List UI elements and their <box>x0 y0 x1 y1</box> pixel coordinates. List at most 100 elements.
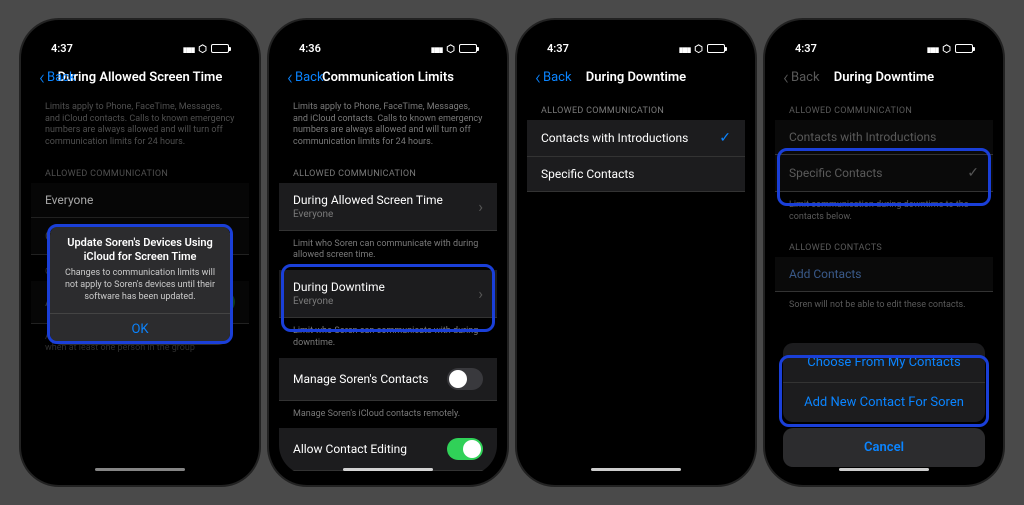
notch <box>581 20 691 40</box>
row-during-downtime[interactable]: During Downtime Everyone › <box>279 270 497 318</box>
row-specific-contacts[interactable]: Specific Contacts <box>527 157 745 192</box>
phone-2: 4:36 Back Communication Limits Limits ap… <box>269 20 507 485</box>
downtime-footer: Limit who Soren can communicate with dur… <box>279 318 497 357</box>
signal-icon <box>183 42 194 55</box>
phone-3: 4:37 Back During Downtime ALLOWED COMMUN… <box>517 20 755 485</box>
battery-icon <box>955 44 973 53</box>
section-allowed: ALLOWED COMMUNICATION <box>775 94 993 120</box>
signal-icon <box>679 42 690 55</box>
phone-1: 4:37 Back During Allowed Screen Time Lim… <box>21 20 259 485</box>
row-during-allowed[interactable]: During Allowed Screen Time Everyone › <box>279 183 497 231</box>
back-button[interactable]: Back <box>783 65 820 89</box>
status-time: 4:37 <box>795 42 817 55</box>
chevron-left-icon <box>287 65 293 89</box>
row-label: Manage Soren's Contacts <box>293 372 428 386</box>
row-label: Contacts with Introductions <box>789 130 936 144</box>
row-label: Contacts with Introductions <box>541 131 688 145</box>
section-allowed: ALLOWED COMMUNICATION <box>279 157 497 183</box>
nav-bar: Back During Downtime <box>775 60 993 94</box>
content: ALLOWED COMMUNICATION Contacts with Intr… <box>775 94 993 475</box>
status-time: 4:36 <box>299 42 321 55</box>
chevron-right-icon: › <box>478 197 483 216</box>
row-label: Add Contacts <box>789 267 861 281</box>
nav-bar: Back Communication Limits <box>279 60 497 94</box>
row-label: During Downtime <box>293 280 385 294</box>
nav-bar: Back During Downtime <box>527 60 745 94</box>
screen: 4:36 Back Communication Limits Limits ap… <box>279 30 497 475</box>
manage-footer: Manage Soren's iCloud contacts remotely. <box>279 401 497 429</box>
alert-title: Update Soren's Devices Using iCloud for … <box>50 224 230 269</box>
wifi-icon <box>694 42 703 55</box>
battery-icon <box>707 44 725 53</box>
row-contacts-introductions[interactable]: Contacts with Introductions <box>775 120 993 155</box>
chevron-right-icon: › <box>478 284 483 303</box>
allowed-footer: Limit who Soren can communicate with dur… <box>279 231 497 270</box>
row-contacts-introductions[interactable]: Contacts with Introductions ✓ <box>527 120 745 157</box>
chevron-left-icon <box>39 65 45 89</box>
specific-footer: Limit communication during downtime to t… <box>775 192 993 231</box>
content: Limits apply to Phone, FaceTime, Message… <box>31 94 249 475</box>
row-allow-editing[interactable]: Allow Contact Editing <box>279 428 497 471</box>
status-time: 4:37 <box>547 42 569 55</box>
editing-toggle[interactable] <box>447 438 483 460</box>
sheet-add-button[interactable]: Add New Contact For Soren <box>783 383 985 422</box>
chevron-left-icon <box>535 65 541 89</box>
back-label: Back <box>543 70 572 85</box>
content: Limits apply to Phone, FaceTime, Message… <box>279 94 497 475</box>
notch <box>85 20 195 40</box>
row-specific-contacts[interactable]: Specific Contacts ✓ <box>775 155 993 192</box>
signal-icon <box>927 42 938 55</box>
sheet-options: Choose From My Contacts Add New Contact … <box>783 343 985 422</box>
contacts-footer: Soren will not be able to edit these con… <box>775 292 993 320</box>
intro-text: Limits apply to Phone, FaceTime, Message… <box>279 94 497 157</box>
notch <box>333 20 443 40</box>
section-allowed: ALLOWED COMMUNICATION <box>527 94 745 120</box>
phone-4: 4:37 Back During Downtime ALLOWED COMMUN… <box>765 20 1003 485</box>
wifi-icon <box>942 42 951 55</box>
row-add-contacts[interactable]: Add Contacts <box>775 257 993 292</box>
alert-ok-button[interactable]: OK <box>50 313 230 345</box>
signal-icon <box>431 42 442 55</box>
alert-message: Changes to communication limits will not… <box>50 268 230 313</box>
back-button[interactable]: Back <box>287 65 324 89</box>
row-value: Everyone <box>293 209 443 220</box>
back-label: Back <box>47 70 76 85</box>
home-indicator[interactable] <box>343 468 433 471</box>
check-icon: ✓ <box>967 165 979 181</box>
chevron-left-icon <box>783 65 789 89</box>
row-manage-contacts[interactable]: Manage Soren's Contacts <box>279 358 497 401</box>
back-label: Back <box>295 70 324 85</box>
home-indicator[interactable] <box>591 468 681 471</box>
content: ALLOWED COMMUNICATION Contacts with Intr… <box>527 94 745 475</box>
row-label: Allow Contact Editing <box>293 442 407 456</box>
row-value: Everyone <box>293 296 385 307</box>
battery-icon <box>211 44 229 53</box>
check-icon: ✓ <box>719 130 731 146</box>
sheet-choose-button[interactable]: Choose From My Contacts <box>783 343 985 383</box>
notch <box>829 20 939 40</box>
manage-toggle[interactable] <box>447 368 483 390</box>
screen: 4:37 Back During Downtime ALLOWED COMMUN… <box>527 30 745 475</box>
row-label: During Allowed Screen Time <box>293 193 443 207</box>
back-label: Back <box>791 70 820 85</box>
row-label: Specific Contacts <box>541 167 634 181</box>
row-label: Specific Contacts <box>789 166 882 180</box>
screen: 4:37 Back During Downtime ALLOWED COMMUN… <box>775 30 993 475</box>
alert-backdrop: Update Soren's Devices Using iCloud for … <box>31 94 249 475</box>
home-indicator[interactable] <box>839 468 929 471</box>
status-indicators <box>927 42 973 55</box>
back-button[interactable]: Back <box>39 65 76 89</box>
status-indicators <box>431 42 477 55</box>
nav-bar: Back During Allowed Screen Time <box>31 60 249 94</box>
wifi-icon <box>198 42 207 55</box>
back-button[interactable]: Back <box>535 65 572 89</box>
status-time: 4:37 <box>51 42 73 55</box>
battery-icon <box>459 44 477 53</box>
alert-dialog: Update Soren's Devices Using iCloud for … <box>50 224 230 346</box>
wifi-icon <box>446 42 455 55</box>
action-sheet: Choose From My Contacts Add New Contact … <box>783 343 985 467</box>
sheet-cancel-button[interactable]: Cancel <box>783 428 985 467</box>
status-indicators <box>679 42 725 55</box>
screen: 4:37 Back During Allowed Screen Time Lim… <box>31 30 249 475</box>
status-indicators <box>183 42 229 55</box>
